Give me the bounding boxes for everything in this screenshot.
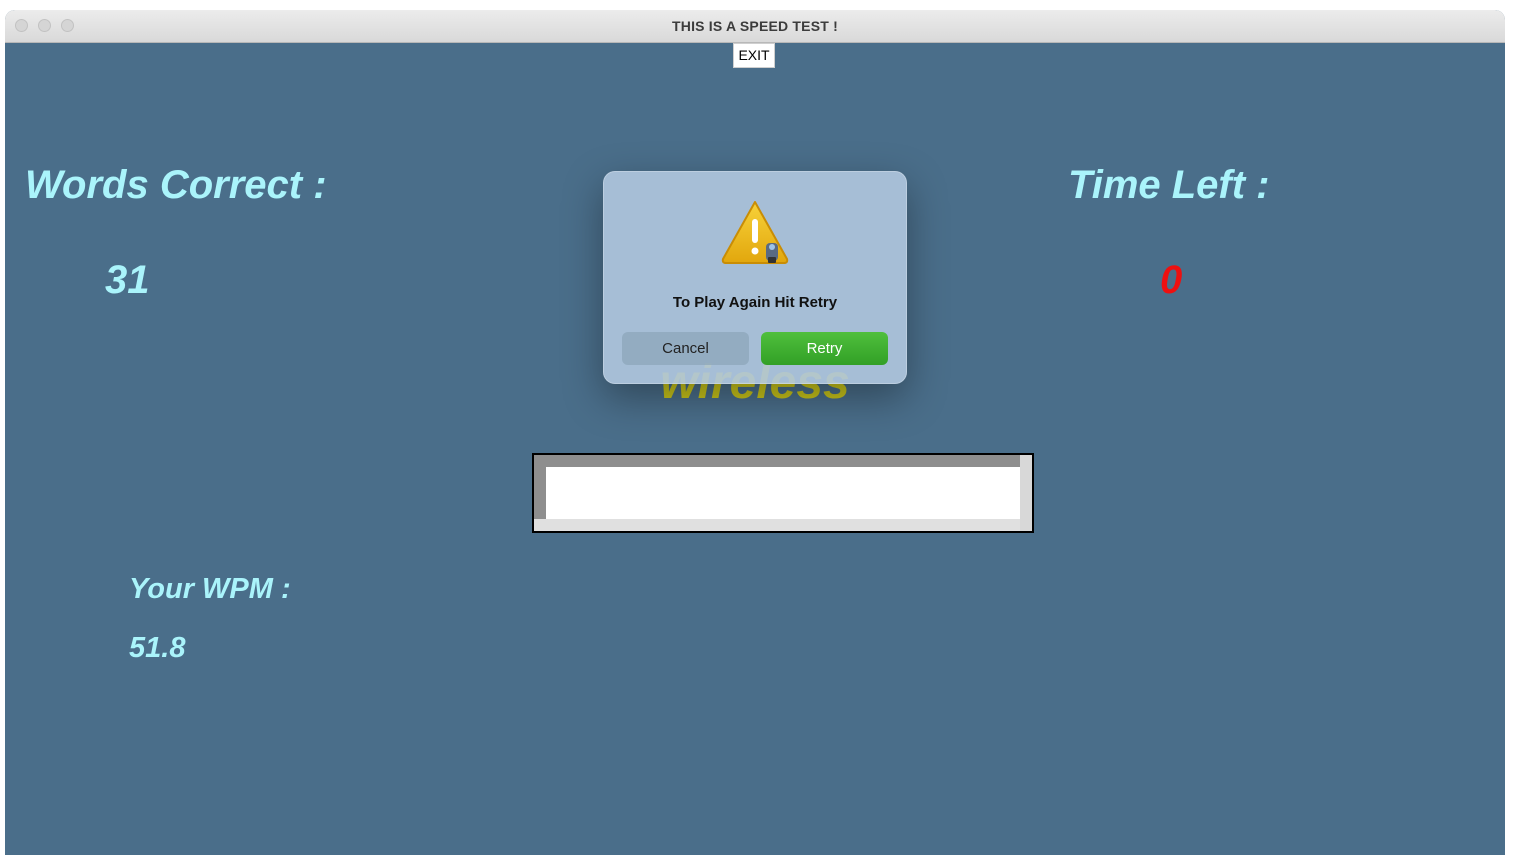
warning-icon	[720, 199, 790, 267]
retry-dialog: To Play Again Hit Retry Cancel Retry	[603, 171, 907, 384]
app-badge-icon	[766, 243, 778, 263]
time-left-value: 0	[1160, 258, 1183, 302]
input-bevel-bottom	[534, 519, 1032, 531]
wpm-value: 51.8	[129, 632, 186, 664]
input-bevel-top	[534, 455, 1032, 467]
dialog-message: To Play Again Hit Retry	[672, 294, 838, 311]
app-window: THIS IS A SPEED TEST ! EXIT Words Correc…	[5, 10, 1505, 855]
time-left-label: Time Left :	[1068, 163, 1270, 207]
title-bar[interactable]: THIS IS A SPEED TEST !	[5, 10, 1505, 43]
words-correct-value: 31	[105, 258, 150, 302]
exit-button[interactable]: EXIT	[733, 43, 775, 68]
word-input-frame	[532, 453, 1034, 533]
input-bevel-right	[1020, 455, 1032, 531]
window-title: THIS IS A SPEED TEST !	[672, 18, 838, 34]
retry-button[interactable]: Retry	[761, 332, 888, 365]
wpm-label: Your WPM :	[129, 573, 291, 605]
words-correct-label: Words Correct :	[25, 163, 327, 207]
game-area: EXIT Words Correct : 31 Time Left : 0 wi…	[5, 43, 1505, 855]
cancel-button[interactable]: Cancel	[622, 332, 749, 365]
word-input[interactable]	[546, 467, 1020, 519]
